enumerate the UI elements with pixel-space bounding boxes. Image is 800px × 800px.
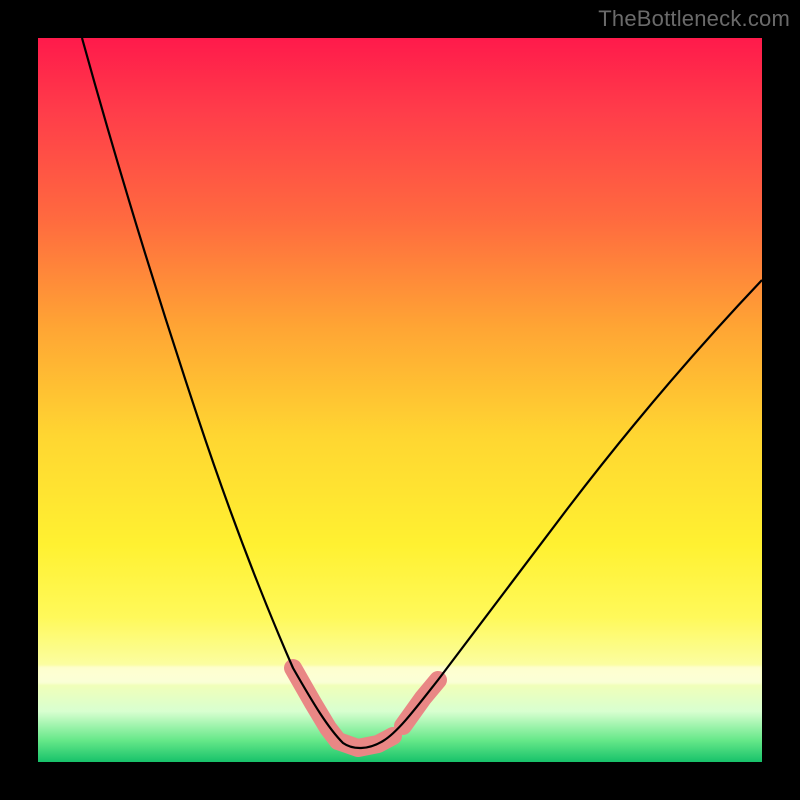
data-band-trough — [338, 736, 393, 748]
chart-frame: TheBottleneck.com — [0, 0, 800, 800]
curve-layer — [38, 38, 762, 762]
plot-area — [38, 38, 762, 762]
watermark-text: TheBottleneck.com — [598, 6, 790, 32]
bottleneck-curve — [82, 38, 762, 748]
